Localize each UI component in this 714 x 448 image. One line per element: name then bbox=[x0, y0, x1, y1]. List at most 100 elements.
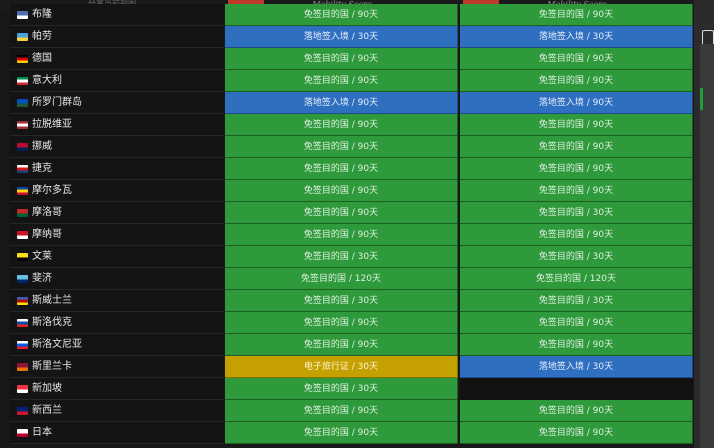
country-name-cell[interactable]: 德国 bbox=[10, 48, 224, 70]
passport-1-visa-cell[interactable]: 免签目的国 / 120天 bbox=[225, 268, 458, 290]
passport-2-visa-cell[interactable]: 免签目的国 / 30天 bbox=[460, 246, 693, 268]
country-flag-icon bbox=[17, 55, 28, 63]
passport-1-visa-cell[interactable]: 落地签入境 / 90天 bbox=[225, 92, 458, 114]
passport-1-visa-cell[interactable]: 免签目的国 / 90天 bbox=[225, 4, 458, 26]
country-flag-icon bbox=[17, 143, 28, 151]
passport-1-visa-cell[interactable]: 免签目的国 / 90天 bbox=[225, 202, 458, 224]
table-row: 斯洛文尼亚 免签目的国 / 90天 免签目的国 / 90天 bbox=[0, 334, 694, 356]
country-name: 布隆 bbox=[32, 9, 52, 20]
passport-1-visa-cell[interactable]: 免签目的国 / 90天 bbox=[225, 312, 458, 334]
country-name-cell[interactable]: 日本 bbox=[10, 422, 224, 444]
passport-2-visa-cell[interactable]: 免签目的国 / 90天 bbox=[460, 400, 693, 422]
passport-1-visa-cell[interactable]: 免签目的国 / 90天 bbox=[225, 70, 458, 92]
table-row: 新西兰 免签目的国 / 90天 免签目的国 / 90天 bbox=[0, 400, 694, 422]
table-row: 斯洛伐克 免签目的国 / 90天 免签目的国 / 90天 bbox=[0, 312, 694, 334]
country-name-cell[interactable]: 新加坡 bbox=[10, 378, 224, 400]
country-name-cell[interactable]: 摩尔多瓦 bbox=[10, 180, 224, 202]
country-name-cell[interactable]: 新西兰 bbox=[10, 400, 224, 422]
table-row: 斐济 免签目的国 / 120天 免签目的国 / 120天 bbox=[0, 268, 694, 290]
country-flag-icon bbox=[17, 341, 28, 349]
country-flag-icon bbox=[17, 99, 28, 107]
visa-comparison-view: 分享当前视图 Mobility Score Mobility Score 布隆免… bbox=[0, 0, 714, 448]
passport-1-visa-cell[interactable]: 免签目的国 / 90天 bbox=[225, 422, 458, 444]
table-row: 斯威士兰 免签目的国 / 30天 免签目的国 / 30天 bbox=[0, 290, 694, 312]
country-name-cell[interactable]: 摩纳哥 bbox=[10, 224, 224, 246]
passport-1-visa-cell[interactable]: 免签目的国 / 90天 bbox=[225, 180, 458, 202]
country-name: 摩洛哥 bbox=[32, 207, 62, 218]
country-flag-icon bbox=[17, 209, 28, 217]
country-name: 斯威士兰 bbox=[32, 295, 72, 306]
country-flag-icon bbox=[17, 253, 28, 261]
country-name-cell[interactable]: 斯洛文尼亚 bbox=[10, 334, 224, 356]
passport-2-visa-cell[interactable]: 免签目的国 / 30天 bbox=[460, 290, 693, 312]
country-name: 文莱 bbox=[32, 251, 52, 262]
table-row: 斯里兰卡 电子旅行证 / 30天 落地签入境 / 30天 bbox=[0, 356, 694, 378]
table-row: 挪威 免签目的国 / 90天 免签目的国 / 90天 bbox=[0, 136, 694, 158]
passport-2-visa-cell[interactable]: 免签目的国 / 90天 bbox=[460, 70, 693, 92]
country-name-cell[interactable]: 斯洛伐克 bbox=[10, 312, 224, 334]
passport-2-visa-cell[interactable] bbox=[460, 378, 693, 400]
country-name-cell[interactable]: 斯威士兰 bbox=[10, 290, 224, 312]
passport-2-visa-cell[interactable]: 免签目的国 / 120天 bbox=[460, 268, 693, 290]
country-flag-icon bbox=[17, 11, 28, 19]
passport-1-visa-cell[interactable]: 免签目的国 / 90天 bbox=[225, 48, 458, 70]
passport-2-visa-cell[interactable]: 免签目的国 / 90天 bbox=[460, 158, 693, 180]
passport-2-visa-cell[interactable]: 免签目的国 / 90天 bbox=[460, 136, 693, 158]
country-name-cell[interactable]: 捷克 bbox=[10, 158, 224, 180]
passport-2-visa-cell[interactable]: 免签目的国 / 90天 bbox=[460, 48, 693, 70]
passport-1-visa-cell[interactable]: 免签目的国 / 30天 bbox=[225, 290, 458, 312]
passport-1-visa-cell[interactable]: 免签目的国 / 90天 bbox=[225, 158, 458, 180]
country-name: 捷克 bbox=[32, 163, 52, 174]
passport-1-visa-cell[interactable]: 免签目的国 / 90天 bbox=[225, 400, 458, 422]
passport-1-visa-cell[interactable]: 免签目的国 / 30天 bbox=[225, 378, 458, 400]
passport-2-visa-cell[interactable]: 免签目的国 / 90天 bbox=[460, 422, 693, 444]
passport-1-visa-cell[interactable]: 落地签入境 / 30天 bbox=[225, 26, 458, 48]
country-name: 所罗门群岛 bbox=[32, 97, 82, 108]
country-name-cell[interactable]: 帕劳 bbox=[10, 26, 224, 48]
country-name-cell[interactable]: 所罗门群岛 bbox=[10, 92, 224, 114]
country-name: 摩纳哥 bbox=[32, 229, 62, 240]
country-name-cell[interactable]: 布隆 bbox=[10, 4, 224, 26]
passport-1-visa-cell[interactable]: 免签目的国 / 90天 bbox=[225, 334, 458, 356]
country-name-cell[interactable]: 挪威 bbox=[10, 136, 224, 158]
passport-2-visa-cell[interactable]: 免签目的国 / 90天 bbox=[460, 180, 693, 202]
country-flag-icon bbox=[17, 429, 28, 437]
passport-2-visa-cell[interactable]: 落地签入境 / 30天 bbox=[460, 26, 693, 48]
passport-1-visa-cell[interactable]: 免签目的国 / 30天 bbox=[225, 246, 458, 268]
passport-2-visa-cell[interactable]: 免签目的国 / 90天 bbox=[460, 114, 693, 136]
passport-1-visa-cell[interactable]: 免签目的国 / 90天 bbox=[225, 224, 458, 246]
country-name-cell[interactable]: 拉脱维亚 bbox=[10, 114, 224, 136]
country-name-cell[interactable]: 意大利 bbox=[10, 70, 224, 92]
table-row: 布隆 免签目的国 / 90天 免签目的国 / 90天 bbox=[0, 4, 694, 26]
country-name-cell[interactable]: 斐济 bbox=[10, 268, 224, 290]
country-flag-icon bbox=[17, 385, 28, 393]
country-flag-icon bbox=[17, 165, 28, 173]
table-row: 文莱 免签目的国 / 30天 免签目的国 / 30天 bbox=[0, 246, 694, 268]
country-flag-icon bbox=[17, 275, 28, 283]
passport-1-visa-cell[interactable]: 免签目的国 / 90天 bbox=[225, 136, 458, 158]
country-flag-icon bbox=[17, 77, 28, 85]
country-name: 拉脱维亚 bbox=[32, 119, 72, 130]
country-name-cell[interactable]: 斯里兰卡 bbox=[10, 356, 224, 378]
passport-2-visa-cell[interactable]: 免签目的国 / 90天 bbox=[460, 334, 693, 356]
country-name: 新加坡 bbox=[32, 383, 62, 394]
table-row: 摩纳哥 免签目的国 / 90天 免签目的国 / 90天 bbox=[0, 224, 694, 246]
passport-2-visa-cell[interactable]: 免签目的国 / 90天 bbox=[460, 312, 693, 334]
passport-2-visa-cell[interactable]: 免签目的国 / 90天 bbox=[460, 4, 693, 26]
table-row: 摩洛哥 免签目的国 / 90天 免签目的国 / 30天 bbox=[0, 202, 694, 224]
panel-accent-marker bbox=[700, 88, 703, 110]
passport-2-visa-cell[interactable]: 落地签入境 / 90天 bbox=[460, 92, 693, 114]
country-name-cell[interactable]: 文莱 bbox=[10, 246, 224, 268]
country-flag-icon bbox=[17, 121, 28, 129]
country-name: 挪威 bbox=[32, 141, 52, 152]
passport-1-visa-cell[interactable]: 免签目的国 / 90天 bbox=[225, 114, 458, 136]
country-name: 斯里兰卡 bbox=[32, 361, 72, 372]
passport-1-visa-cell[interactable]: 电子旅行证 / 30天 bbox=[225, 356, 458, 378]
passport-2-visa-cell[interactable]: 免签目的国 / 90天 bbox=[460, 224, 693, 246]
country-flag-icon bbox=[17, 407, 28, 415]
table-row: 所罗门群岛 落地签入境 / 90天 落地签入境 / 90天 bbox=[0, 92, 694, 114]
country-name-cell[interactable]: 摩洛哥 bbox=[10, 202, 224, 224]
passport-2-visa-cell[interactable]: 落地签入境 / 30天 bbox=[460, 356, 693, 378]
country-name: 斐济 bbox=[32, 273, 52, 284]
passport-2-visa-cell[interactable]: 免签目的国 / 30天 bbox=[460, 202, 693, 224]
